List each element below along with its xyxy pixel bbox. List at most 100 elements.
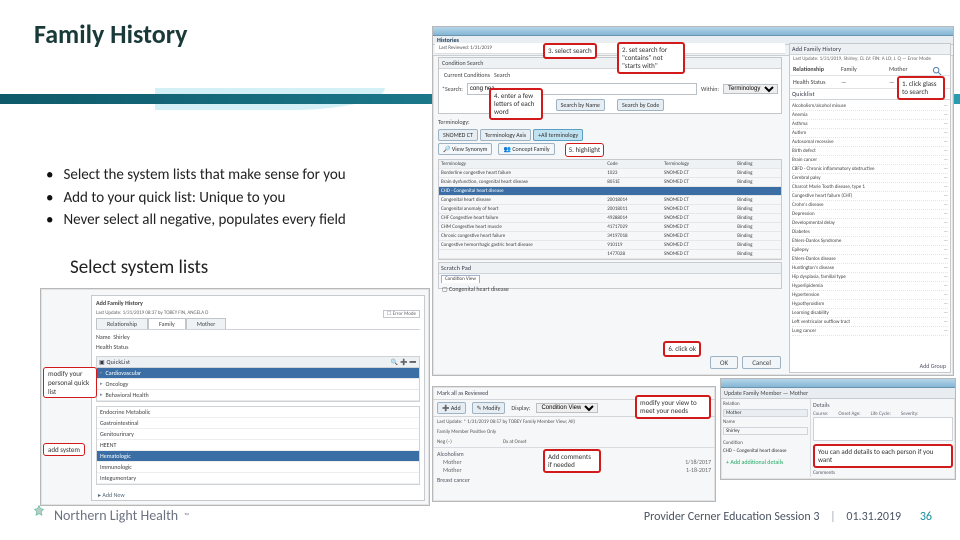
terminology-label: Terminology:	[438, 118, 470, 126]
ql-cardio[interactable]: Cardiovascular	[97, 368, 419, 379]
sys-opt[interactable]: Immunologic	[97, 462, 419, 473]
list-item[interactable]: Depression—	[792, 210, 948, 219]
within-label: Within:	[701, 85, 719, 93]
list-item[interactable]: Birth defect—	[792, 147, 948, 156]
sys-opt[interactable]: Integumentary	[97, 473, 419, 484]
health-status-label: Health Status	[793, 78, 835, 86]
callout-click-glass: 1. click glass to search	[897, 76, 945, 100]
display-select[interactable]: Condition View	[536, 403, 598, 413]
list-item[interactable]: Hypothyroidism—	[792, 300, 948, 309]
search-label: *Search:	[442, 85, 463, 93]
bullet-list: •Select the system lists that make sense…	[46, 164, 346, 232]
list-item[interactable]: CBFD - Chronic inflammatory obstructive—	[792, 165, 948, 174]
callout-modify-quicklist: modify your personal quick list	[43, 367, 97, 398]
session-date: 01.31.2019	[846, 510, 901, 524]
list-item[interactable]: Autosomal recessive—	[792, 138, 948, 147]
ql-onc[interactable]: Oncology	[97, 379, 419, 390]
list-item[interactable]: Crohn's disease—	[792, 201, 948, 210]
add-additional-details[interactable]: + Add additional details	[723, 456, 808, 468]
callout-contains: 2. set search for "contains" not "starts…	[617, 42, 685, 74]
table-row-selected[interactable]: CHD - Congenital heart disease	[439, 187, 781, 196]
list-item[interactable]: Autism—	[792, 129, 948, 138]
table-row: Chronic congestive heart failure34197018…	[439, 232, 781, 241]
s2-header: Add Family History	[96, 299, 143, 307]
list-item[interactable]: Anemia—	[792, 111, 948, 120]
table-row: Congenital anomaly of heart20018011SNOME…	[439, 205, 781, 214]
col-family[interactable]: Family	[148, 318, 186, 329]
screenshot-quicklist: Add Family History Last Update: 1/31/201…	[40, 288, 430, 506]
list-item[interactable]: Lung cancer—	[792, 327, 948, 336]
search-icon[interactable]	[932, 66, 942, 76]
bullet-item: Never select all negative, populates eve…	[63, 209, 345, 232]
screenshot-condition-search: Histories Procedure Family Social Histor…	[432, 26, 954, 376]
within-select[interactable]: Terminology	[723, 84, 778, 94]
table-row: 1477028SNOMED CTBinding	[439, 250, 781, 259]
term-axis[interactable]: Terminology Axis	[480, 129, 531, 141]
table-row: Borderline congestive heart failure1023S…	[439, 169, 781, 178]
modify-button[interactable]: ✎ Modify	[472, 402, 506, 414]
list-item[interactable]: Ehlers-Danlos Syndrome—	[792, 237, 948, 246]
list-item[interactable]: Hip dysplasia, familial type—	[792, 273, 948, 282]
list-item[interactable]: Cerebral palsy—	[792, 174, 948, 183]
bullet-item: Add to your quick list: Unique to you	[63, 187, 285, 210]
list-item[interactable]: Huntington's disease—	[792, 264, 948, 273]
view-synonym[interactable]: 🔎 View Synonym	[438, 143, 492, 155]
sys-opt[interactable]: Endocrine Metabolic	[97, 407, 419, 418]
list-item[interactable]: Ehlers-Danlos disease—	[792, 255, 948, 264]
list-item[interactable]: Asthma—	[792, 120, 948, 129]
list-item[interactable]: Epilepsy—	[792, 246, 948, 255]
right-last-update: Last Update: 1/31/2019, Shirley; CL LV: …	[790, 55, 950, 63]
sys-opt[interactable]: Hematologic	[97, 451, 419, 462]
right-add-header: Add Family History	[790, 44, 950, 55]
search-by-name-button[interactable]: Search by Name	[556, 99, 605, 111]
footer: Northern Light Health™ Provider Cerner E…	[0, 498, 960, 534]
ql-behav[interactable]: Behavioral Health	[97, 390, 419, 401]
page-number: 36	[920, 510, 932, 524]
callout-add-system: add system	[43, 443, 85, 456]
search-by-code-button[interactable]: Search by Code	[617, 99, 664, 111]
sys-opt[interactable]: HEENT	[97, 440, 419, 451]
relationship-mother[interactable]: Mother	[889, 65, 931, 73]
s2-last: Last Update: 1/31/2019 08:37 by TOBEY FI…	[96, 310, 208, 316]
list-item[interactable]: Charcot Marie Tooth disease, type 1—	[792, 183, 948, 192]
list-item[interactable]: Left ventricular outflow tract—	[792, 318, 948, 327]
add-group-link[interactable]: Add Group	[920, 362, 946, 370]
details-label: Details	[813, 401, 953, 409]
relationship-family[interactable]: Family	[841, 65, 883, 73]
list-item[interactable]: Alcoholism/alcohol misuse—	[792, 102, 948, 111]
list-item[interactable]: Hyperlipidemia—	[792, 282, 948, 291]
table-row: CHM Congestive heart muscle41717029SNOME…	[439, 223, 781, 232]
list-item[interactable]: Diabetes—	[792, 228, 948, 237]
term-snomed[interactable]: SNOMED CT	[438, 129, 478, 141]
ok-button[interactable]: OK	[710, 356, 738, 369]
logo-icon	[30, 504, 48, 526]
scratch-tab[interactable]: Condition View	[441, 275, 480, 283]
list-item[interactable]: Hypertension—	[792, 291, 948, 300]
col-relationship: Relationship	[96, 318, 148, 329]
callout-add-details: You can add details to each person if yo…	[813, 444, 953, 468]
condition-search-header: Condition Search	[439, 58, 781, 69]
cond-breast-cancer: Breast cancer	[437, 476, 711, 484]
condition-value: CHD – Congenital heart disease	[723, 448, 808, 454]
quicklist-label: QuickList	[106, 358, 130, 366]
screenshot-condition-view: Mark all as Reviewed ➕ Add ✎ Modify Disp…	[432, 386, 716, 502]
term-all[interactable]: +All terminology	[533, 129, 583, 141]
list-item[interactable]: Learning disability—	[792, 309, 948, 318]
table-row: Congestive hemorrhagic gastric heart dis…	[439, 241, 781, 250]
add-button[interactable]: ➕ Add	[437, 402, 466, 414]
sys-opt[interactable]: Gastrointestinal	[97, 418, 419, 429]
s4-title: Update Family Member — Mother	[724, 389, 808, 397]
callout-add-comments: Add comments if needed	[543, 449, 601, 473]
list-item[interactable]: Developmental delay—	[792, 219, 948, 228]
last-reviewed: Last Reviewed: 1/31/2019	[435, 43, 785, 54]
subhead: Select system lists	[70, 256, 208, 279]
relation-field[interactable]: Mother	[723, 409, 808, 417]
list-item[interactable]: Brain cancer—	[792, 156, 948, 165]
session-name: Provider Cerner Education Session 3	[644, 510, 820, 524]
cancel-button[interactable]: Cancel	[742, 356, 781, 369]
list-item[interactable]: Congestive heart failure (CHF)—	[792, 192, 948, 201]
name-field[interactable]: Shirley	[723, 427, 808, 435]
concept-family[interactable]: 👥 Concept Family	[498, 143, 554, 155]
col-mother[interactable]: Mother	[186, 318, 227, 329]
sys-opt[interactable]: Genitourinary	[97, 429, 419, 440]
